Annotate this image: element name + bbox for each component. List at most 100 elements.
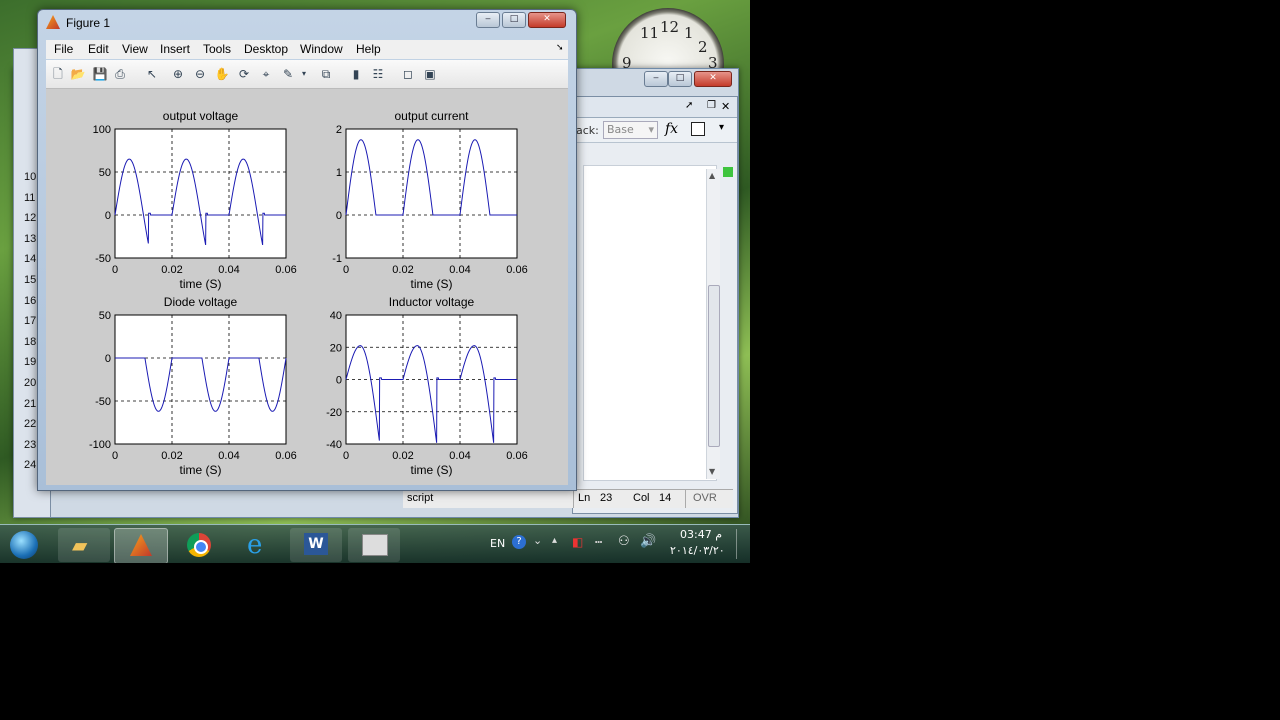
- data-cursor-icon[interactable]: ⌖: [258, 66, 274, 82]
- stack-value: Base: [607, 123, 634, 136]
- line-number: 20: [24, 377, 37, 389]
- clock-time[interactable]: 03:47 م: [680, 528, 722, 541]
- dock-arrow-icon[interactable]: ➘: [556, 43, 564, 53]
- cell-mode-icon[interactable]: [691, 122, 705, 136]
- menu-file[interactable]: File: [54, 42, 73, 56]
- x-tick-label: 0.02: [161, 264, 182, 276]
- network-icon[interactable]: ┅: [595, 535, 602, 549]
- scroll-down-icon[interactable]: ▼: [709, 467, 715, 476]
- show-hidden-icons-icon[interactable]: ▴: [552, 535, 557, 546]
- tray-app-icon[interactable]: ◧: [572, 535, 583, 549]
- y-tick-label: 50: [99, 310, 111, 322]
- x-axis-label: time (S): [180, 463, 222, 477]
- y-tick-label: 0: [336, 210, 342, 222]
- fx-button[interactable]: fx: [665, 121, 678, 137]
- editor-text-area[interactable]: [583, 165, 717, 481]
- pointer-icon[interactable]: ↖: [144, 66, 160, 82]
- matlab-taskbar-icon[interactable]: [114, 528, 168, 563]
- show-plot-tools-icon[interactable]: ▣: [422, 66, 438, 82]
- pan-icon[interactable]: ✋: [214, 66, 230, 82]
- analysis-status-indicator: [723, 167, 733, 177]
- ie-icon[interactable]: e: [232, 528, 284, 562]
- figure-window: Figure 1 ‒ □ ✕ File Edit View Insert Too…: [37, 9, 577, 491]
- maximize-icon[interactable]: □: [502, 12, 526, 28]
- menu-desktop[interactable]: Desktop: [244, 42, 288, 56]
- minimize-icon[interactable]: ‒: [644, 71, 668, 87]
- start-orb-icon[interactable]: [2, 528, 50, 562]
- stack-select[interactable]: Base ▾: [603, 121, 658, 139]
- zoom-in-icon[interactable]: ⊕: [170, 66, 186, 82]
- y-tick-label: 0: [336, 375, 342, 387]
- word-icon[interactable]: W: [290, 528, 342, 562]
- hide-plot-tools-icon[interactable]: ◻: [400, 66, 416, 82]
- link-icon[interactable]: ⧉: [318, 66, 334, 82]
- language-indicator[interactable]: EN: [490, 537, 505, 550]
- clock-date[interactable]: ٢٠١٤/٠٣/٢٠: [670, 544, 725, 557]
- y-tick-label: 50: [99, 167, 111, 179]
- open-file-icon[interactable]: 📂: [70, 66, 86, 82]
- undock-icon[interactable]: ➚: [685, 100, 693, 111]
- desktop: 12 11 1 2 9 3 ‒ □ ✕ 10 11 12 13 14 15 16 17 18 19…: [0, 0, 750, 563]
- y-tick-label: 0: [105, 353, 111, 365]
- line-number: 10: [24, 171, 37, 183]
- line-number: 18: [24, 335, 37, 348]
- rotate-icon[interactable]: ⟳: [236, 66, 252, 82]
- chevron-down-icon[interactable]: ⌄: [533, 534, 542, 547]
- close-icon[interactable]: ✕: [528, 12, 566, 28]
- plot-area: [114, 128, 287, 259]
- help-icon[interactable]: ?: [512, 535, 526, 549]
- line-number: 15: [24, 274, 37, 286]
- zoom-out-icon[interactable]: ⊖: [192, 66, 208, 82]
- volume-icon[interactable]: 🔊: [640, 534, 656, 549]
- editor-panel: ➚ ❐ ✕ ack: Base ▾ fx ▾ ▲ ▼: [572, 96, 738, 514]
- x-tick-label: 0.06: [275, 450, 296, 462]
- y-tick-label: -50: [95, 396, 111, 408]
- plot-area: [114, 314, 287, 445]
- figure-title: Figure 1: [66, 16, 111, 30]
- x-tick-label: 0.02: [392, 264, 413, 276]
- close-icon[interactable]: ✕: [694, 71, 732, 87]
- new-figure-icon[interactable]: 🗋: [50, 66, 66, 82]
- x-tick-label: 0.04: [218, 264, 239, 276]
- colorbar-icon[interactable]: ▮: [348, 66, 364, 82]
- menu-tools[interactable]: Tools: [203, 42, 231, 56]
- menu-window[interactable]: Window: [300, 42, 343, 56]
- status-ln-label: Ln: [578, 492, 591, 504]
- x-axis-label: time (S): [411, 277, 453, 291]
- video-icon[interactable]: [348, 528, 400, 562]
- line-number: 19: [24, 356, 37, 369]
- legend-icon[interactable]: ☷: [370, 66, 386, 82]
- close-panel-icon[interactable]: ✕: [721, 100, 730, 113]
- subplot-grid: 0 0.02 0.04 0.06100500-50output voltagetime…: [89, 109, 528, 477]
- folder-icon[interactable]: ▰: [58, 528, 110, 562]
- chevron-down-icon[interactable]: ▾: [296, 66, 312, 82]
- scroll-up-icon[interactable]: ▲: [709, 171, 715, 180]
- clock-numeral: 11: [640, 24, 660, 42]
- chevron-down-icon[interactable]: ▾: [719, 122, 724, 133]
- x-tick-label: 0.02: [392, 450, 413, 462]
- figure-title-bar[interactable]: Figure 1 ‒ □ ✕: [38, 10, 576, 36]
- menu-insert[interactable]: Insert: [160, 42, 190, 56]
- line-number: 12: [24, 212, 37, 225]
- chrome-icon[interactable]: [174, 528, 226, 562]
- brush-icon[interactable]: ✎: [280, 66, 296, 82]
- line-number: 23: [24, 438, 37, 451]
- minimize-icon[interactable]: ‒: [476, 12, 500, 28]
- maximize-icon[interactable]: □: [668, 71, 692, 87]
- power-icon[interactable]: ⚇: [618, 534, 630, 549]
- y-tick-label: 40: [330, 310, 342, 322]
- editor-scrollbar[interactable]: ▲ ▼: [706, 169, 720, 479]
- show-desktop-button[interactable]: [736, 529, 747, 559]
- y-tick-label: -1: [332, 253, 342, 265]
- menu-view[interactable]: View: [122, 42, 148, 56]
- maximize-panel-icon[interactable]: ❐: [707, 100, 716, 111]
- menu-help[interactable]: Help: [356, 42, 381, 56]
- matlab-icon: [46, 15, 60, 29]
- scroll-thumb[interactable]: [708, 285, 720, 447]
- save-icon[interactable]: 💾: [92, 66, 108, 82]
- print-icon[interactable]: ⎙: [112, 66, 128, 82]
- menu-edit[interactable]: Edit: [88, 42, 109, 56]
- chevron-down-icon: ▾: [648, 123, 654, 136]
- line-number: 17: [24, 315, 37, 328]
- x-tick-label: 0.04: [449, 450, 470, 462]
